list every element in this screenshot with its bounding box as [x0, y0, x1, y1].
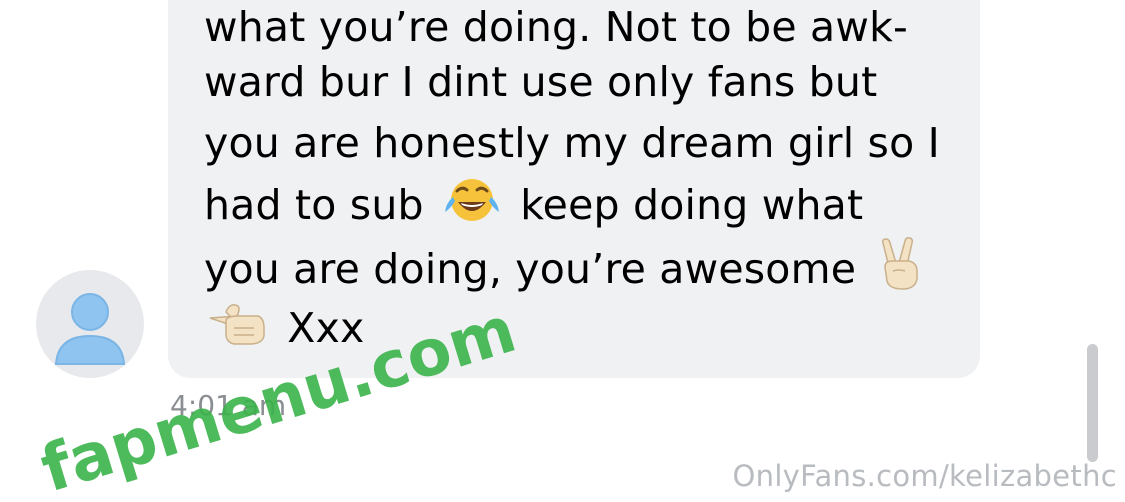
message-line: ward bur I dint use only fans but	[204, 58, 878, 106]
message-line: had to sub keep doing what	[204, 176, 863, 234]
chat-screen: what you’re doing. Not to be awk- ward b…	[0, 0, 1125, 502]
message-line: you are honestly my dream girl so I	[204, 119, 940, 167]
message-line: what you’re doing. Not to be awk-	[204, 3, 909, 51]
message-timestamp: 4:01 am	[170, 389, 287, 422]
footer-watermark: OnlyFans.com/kelizabethc	[732, 459, 1117, 493]
message-line: Xxx	[204, 298, 364, 358]
message-line: you are doing, you’re awesome	[204, 237, 931, 301]
backhand-index-pointing-left-icon	[204, 298, 268, 358]
face-with-tears-of-joy-icon	[443, 176, 501, 234]
victory-hand-icon	[875, 237, 925, 301]
scrollbar[interactable]	[1087, 344, 1098, 462]
default-user-icon	[54, 293, 126, 365]
avatar[interactable]	[36, 270, 144, 378]
